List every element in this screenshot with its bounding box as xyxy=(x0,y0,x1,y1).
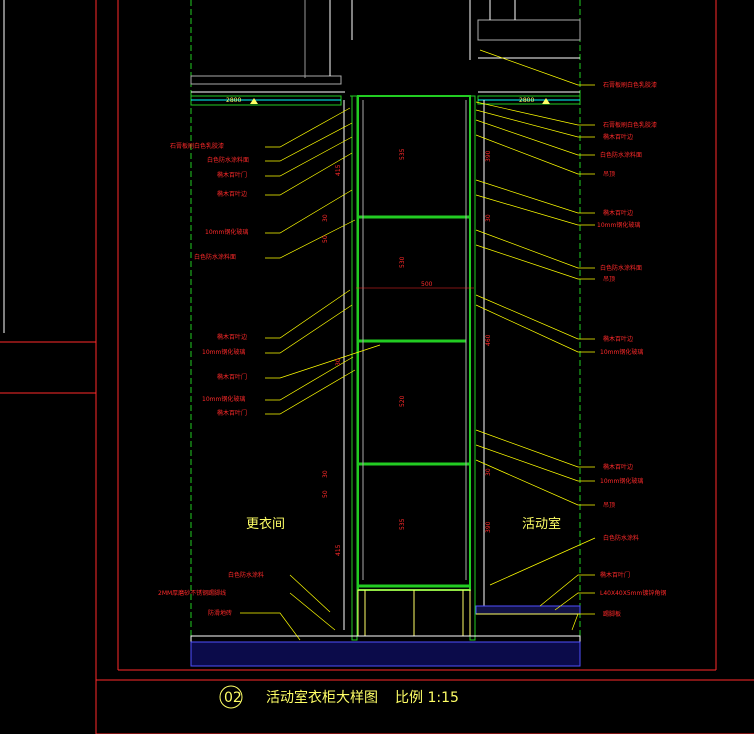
left-label: 石膏板刷白色乳胶漆 xyxy=(170,142,224,150)
left-height-dim: 415 xyxy=(335,544,342,556)
inner-height-dim: 520 xyxy=(399,395,406,407)
room-name-left: 更衣间 xyxy=(246,516,285,532)
right-label: 椭木百叶边 xyxy=(603,463,633,471)
left-height-dim: 50 xyxy=(322,235,329,243)
left-label: 10mm钢化玻璃 xyxy=(202,395,245,403)
inner-height-dim: 535 xyxy=(399,148,406,160)
left-label: 白色防水涂料面 xyxy=(194,253,236,261)
drawing-title-block: 02 活动室衣柜大样图 比例 1:15 xyxy=(219,685,459,709)
left-label: 10mm钢化玻璃 xyxy=(205,228,248,236)
inner-height-dim: 535 xyxy=(399,518,406,530)
left-label: 椭木百叶门 xyxy=(217,171,247,179)
width-dimension-text: 500 xyxy=(421,281,433,288)
right-height-dim: 390 xyxy=(485,521,492,533)
left-label: 椭木百叶门 xyxy=(217,409,247,417)
left-height-dim: 30 xyxy=(322,214,329,222)
right-label: 10mm钢化玻璃 xyxy=(600,477,643,485)
room-name-right: 活动室 xyxy=(522,516,561,532)
right-label: 10mm钢化玻璃 xyxy=(600,348,643,356)
left-height-dim: 50 xyxy=(322,490,329,498)
ceiling-left xyxy=(190,0,353,106)
drawing-number: 02 xyxy=(224,690,242,706)
cad-drawing-canvas: 2800 2800 石膏板刷白色乳胶漆 白色防水涂料面 椭木百叶门 椭木百叶边 … xyxy=(0,0,754,734)
left-label: 防滑地砖 xyxy=(208,609,232,617)
right-annotation-labels: 石膏板刷白色乳胶漆 石膏板刷白色乳胶漆 椭木百叶边 白色防水涂料面 吊顶 椭木百… xyxy=(597,81,666,618)
right-height-dim: 390 xyxy=(485,150,492,162)
drawing-title: 活动室衣柜大样图 xyxy=(266,689,378,706)
right-label: 吊顶 xyxy=(603,171,615,178)
right-label: 椭木百叶边 xyxy=(603,133,633,141)
right-label: 吊顶 xyxy=(603,502,615,509)
drawing-frame xyxy=(0,0,754,734)
left-annotation-labels: 石膏板刷白色乳胶漆 白色防水涂料面 椭木百叶门 椭木百叶边 10mm钢化玻璃 白… xyxy=(158,142,264,617)
left-height-dim: 30 xyxy=(322,470,329,478)
level-text-right: 2800 xyxy=(519,97,534,104)
right-label: 白色防水涂料面 xyxy=(600,151,642,159)
left-label: 椭木百叶边 xyxy=(217,333,247,341)
inner-height-dimensions: 535 530 520 535 xyxy=(399,148,406,530)
level-text-left: 2800 xyxy=(226,97,241,104)
inner-height-dim: 530 xyxy=(399,256,406,268)
right-height-dim: 460 xyxy=(485,334,492,346)
right-label: 踢脚板 xyxy=(603,610,621,618)
wardrobe-cabinet xyxy=(343,95,485,641)
right-label: 椭木百叶门 xyxy=(600,571,630,579)
right-label: 吊顶 xyxy=(603,276,615,283)
left-height-dim: 30 xyxy=(335,358,342,366)
right-label: 10mm钢化玻璃 xyxy=(597,221,640,229)
left-label: 椭木百叶门 xyxy=(217,373,247,381)
right-label: 白色防水涂料面 xyxy=(600,264,642,272)
left-height-dimensions: 415 30 50 30 30 50 415 xyxy=(322,164,342,556)
right-label: 椭木百叶边 xyxy=(603,209,633,217)
right-label: 石膏板刷白色乳胶漆 xyxy=(603,81,657,89)
left-label: 10mm钢化玻璃 xyxy=(202,348,245,356)
right-label: 石膏板刷白色乳胶漆 xyxy=(603,121,657,129)
right-label: L40X40X5mm镀锌角钢 xyxy=(600,589,666,597)
right-label: 椭木百叶边 xyxy=(603,335,633,343)
left-label: 椭木百叶边 xyxy=(217,190,247,198)
right-label: 白色防水涂料 xyxy=(603,534,639,542)
drawing-scale: 比例 1:15 xyxy=(395,690,459,706)
left-label: 白色防水涂料 xyxy=(228,571,264,579)
left-height-dim: 415 xyxy=(335,164,342,176)
floor-section xyxy=(190,605,581,667)
left-label: 2MM厚磨砂不锈钢踢脚线 xyxy=(158,589,226,597)
dimension-width: 500 xyxy=(421,281,433,288)
cabinet-base xyxy=(357,589,471,637)
detail-drawing: 2800 2800 石膏板刷白色乳胶漆 白色防水涂料面 椭木百叶门 椭木百叶边 … xyxy=(0,0,754,734)
right-height-dimensions: 390 30 460 30 390 xyxy=(485,150,492,533)
leaders-right xyxy=(475,49,596,631)
right-height-dim: 30 xyxy=(485,468,492,476)
right-height-dim: 30 xyxy=(485,214,492,222)
left-label: 白色防水涂料面 xyxy=(207,156,249,164)
